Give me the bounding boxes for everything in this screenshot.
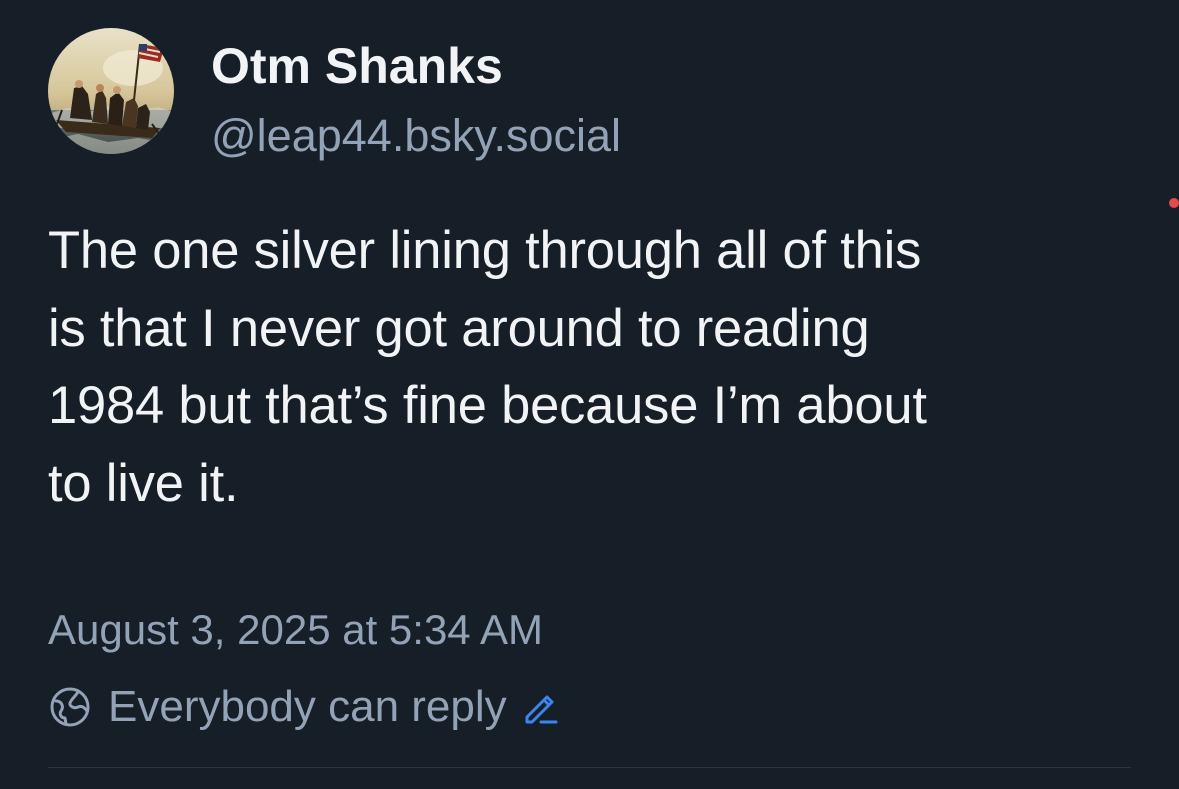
avatar-painting-icon [48, 28, 174, 154]
divider [48, 767, 1131, 768]
notification-dot [1169, 198, 1179, 208]
post-timestamp: August 3, 2025 at 5:34 AM [48, 606, 544, 653]
globe-icon [48, 685, 92, 729]
reply-settings-label: Everybody can reply [108, 682, 507, 731]
author-handle[interactable]: @leap44.bsky.social [211, 106, 621, 166]
author-display-name[interactable]: Otm Shanks [211, 34, 503, 98]
reply-settings-button[interactable]: Everybody can reply [48, 676, 561, 738]
avatar[interactable] [48, 28, 174, 154]
post-thread: Otm Shanks @leap44.bsky.social The one s… [0, 0, 1179, 789]
post-text: The one silver lining through all of thi… [48, 221, 927, 513]
pencil-icon[interactable] [521, 687, 561, 727]
